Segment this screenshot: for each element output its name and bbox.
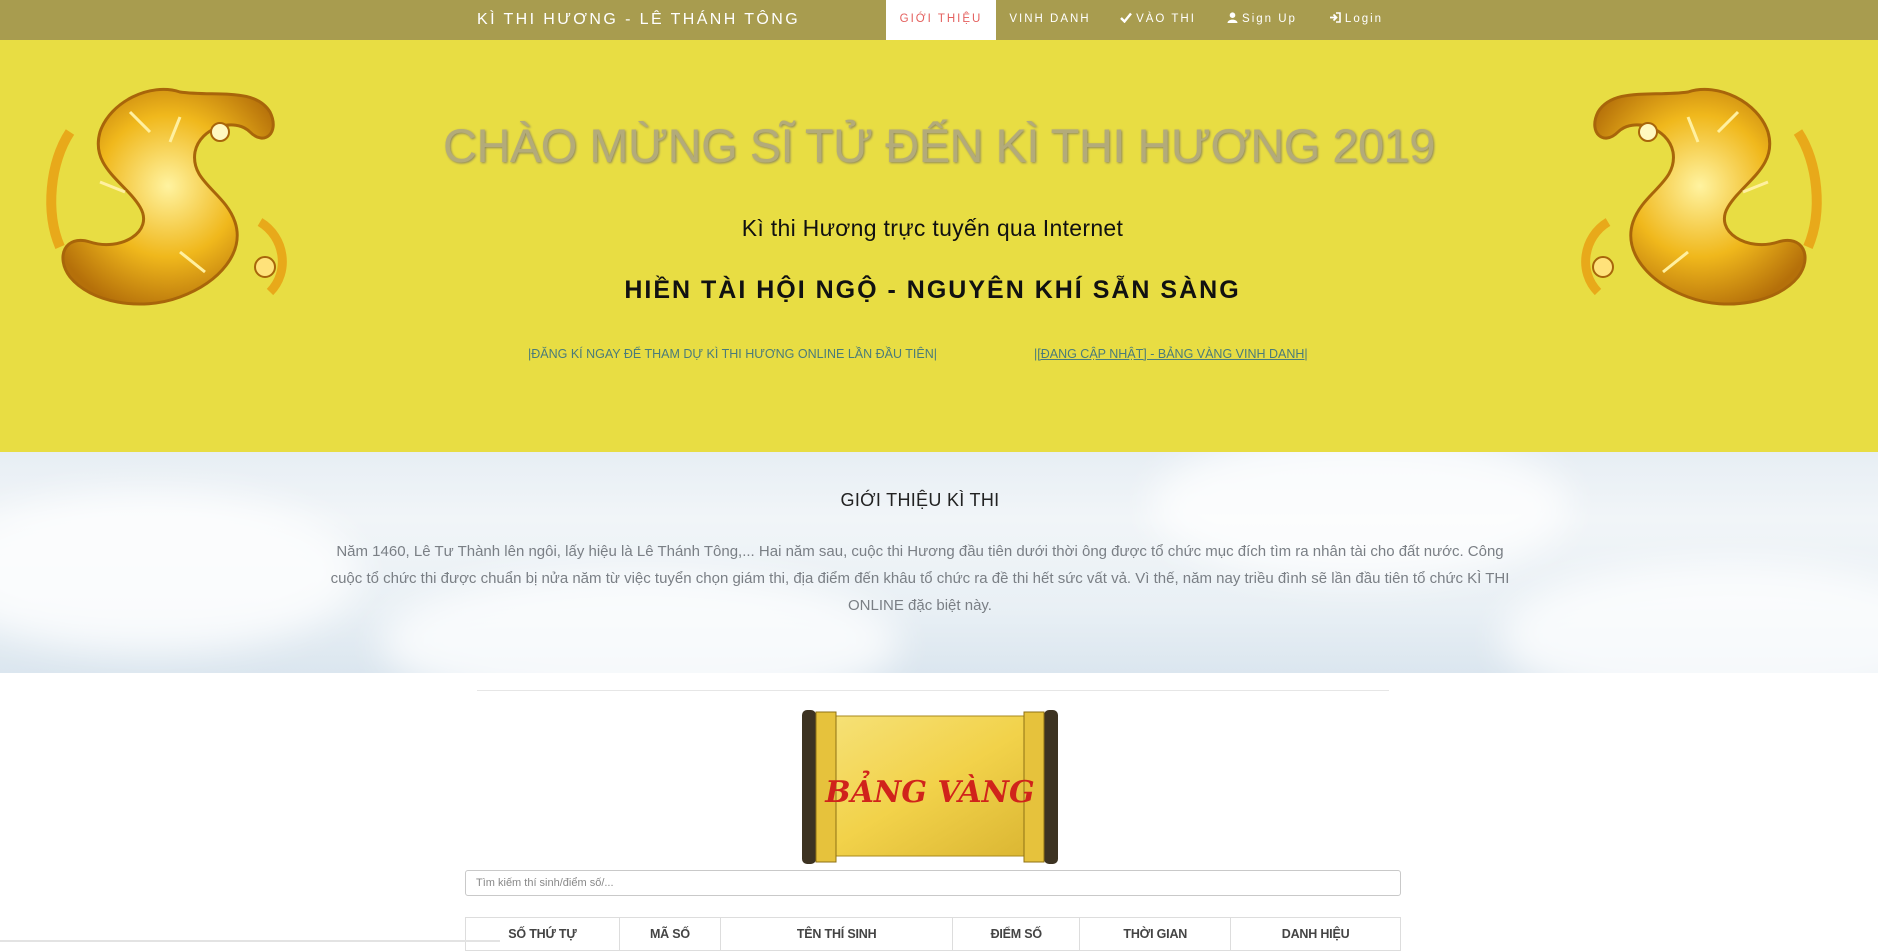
column-header-thoi-gian[interactable]: THỜI GIAN <box>1079 917 1232 951</box>
golden-scroll-image: BẢNG VÀNG <box>802 710 1058 864</box>
nav-label: Sign Up <box>1242 13 1297 25</box>
nav-login[interactable]: Login <box>1320 0 1392 40</box>
column-header-ma-so[interactable]: MÃ SỐ <box>618 917 722 951</box>
intro-section: GIỚI THIỆU KÌ THI Năm 1460, Lê Tư Thành … <box>0 452 1878 673</box>
register-link[interactable]: |ĐĂNG KÍ NGAY ĐỂ THAM DỰ KÌ THI HƯƠNG ON… <box>528 347 937 361</box>
honor-board-link[interactable]: |[ĐANG CẬP NHẬT] - BẢNG VÀNG VINH DANH| <box>1034 347 1308 361</box>
nav-tab-gioi-thieu[interactable]: GIỚI THIỆU <box>886 0 996 40</box>
column-header-ten-thi-sinh[interactable]: TÊN THÍ SINH <box>720 917 954 951</box>
nav-signup[interactable]: Sign Up <box>1216 0 1308 40</box>
user-icon <box>1227 12 1238 23</box>
column-header-diem-so[interactable]: ĐIỂM SỐ <box>952 917 1081 951</box>
login-icon <box>1329 12 1341 23</box>
column-header-danh-hieu[interactable]: DANH HIỆU <box>1230 917 1401 951</box>
table-header-row: SỐ THỨ TỰ MÃ SỐ TÊN THÍ SINH ĐIỂM SỐ THỜ… <box>465 917 1401 951</box>
search-input[interactable] <box>465 870 1401 896</box>
check-icon <box>1120 12 1133 24</box>
brand-link[interactable]: KÌ THI HƯƠNG - LÊ THÁNH TÔNG <box>477 0 800 40</box>
hero-banner: CHÀO MỪNG SĨ TỬ ĐẾN KÌ THI HƯƠNG 2019 Kì… <box>0 40 1878 452</box>
nav-label: Login <box>1344 13 1384 25</box>
nav-tab-vao-thi[interactable]: VÀO THI <box>1108 0 1208 40</box>
intro-heading: GIỚI THIỆU KÌ THI <box>840 490 1000 510</box>
scroll-title: BẢNG VÀNG <box>824 770 1034 810</box>
nav-tab-vinh-danh[interactable]: VINH DANH <box>996 0 1104 40</box>
honor-board-table: SỐ THỨ TỰ MÃ SỐ TÊN THÍ SINH ĐIỂM SỐ THỜ… <box>465 917 1401 951</box>
hero-subtitle: Kì thi Hương trực tuyến qua Internet <box>741 215 1124 241</box>
hero-motto: HIỀN TÀI HỘI NGỘ - NGUYÊN KHÍ SẴN SÀNG <box>624 276 1241 304</box>
section-divider <box>477 690 1389 691</box>
nav-label: GIỚI THIỆU <box>899 13 983 25</box>
hero-title: CHÀO MỪNG SĨ TỬ ĐẾN KÌ THI HƯƠNG 2019 <box>443 119 1435 172</box>
nav-label: VINH DANH <box>1009 13 1091 25</box>
nav-label: VÀO THI <box>1136 13 1196 25</box>
top-navbar: KÌ THI HƯƠNG - LÊ THÁNH TÔNG GIỚI THIỆU … <box>0 0 1878 40</box>
intro-paragraph: Năm 1460, Lê Tư Thành lên ngôi, lấy hiệu… <box>330 543 1510 614</box>
column-header-stt[interactable]: SỐ THỨ TỰ <box>465 917 620 951</box>
